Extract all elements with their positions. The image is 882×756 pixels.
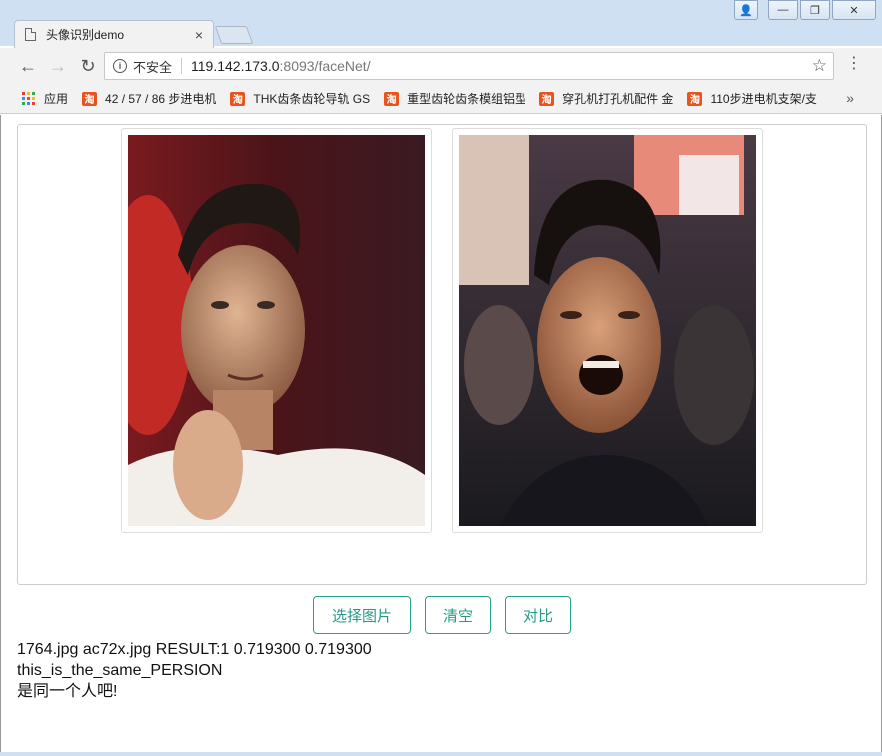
browser-toolbar: ← → ↻ i 不安全 119.142.173.0 :8093/faceNet/… <box>0 48 882 84</box>
omnibox-divider <box>181 58 183 74</box>
close-window-button[interactable]: ✕ <box>832 0 876 20</box>
bookmark-item[interactable]: 淘 110步进电机支架/支 <box>687 90 817 107</box>
bookmark-apps[interactable]: 应用 <box>22 90 68 107</box>
portrait-photo-right <box>459 135 756 526</box>
taobao-icon: 淘 <box>82 91 98 106</box>
window-bottom-border <box>0 752 882 756</box>
taobao-icon: 淘 <box>384 91 400 106</box>
user-icon[interactable]: 👤 <box>734 0 758 20</box>
choose-image-button[interactable]: 选择图片 <box>313 596 411 634</box>
security-label[interactable]: 不安全 <box>133 57 172 76</box>
action-buttons: 选择图片 清空 对比 <box>1 596 882 634</box>
bookmarks-bar: 应用 淘 42 / 57 / 86 步进电机 淘 THK齿条齿轮导轨 GS 淘 … <box>0 84 882 114</box>
bookmark-label: 穿孔机打孔机配件 金 <box>562 92 674 106</box>
bookmark-item[interactable]: 淘 42 / 57 / 86 步进电机 <box>82 90 216 107</box>
taobao-icon: 淘 <box>539 91 555 106</box>
url-path[interactable]: :8093/faceNet/ <box>280 58 371 74</box>
result-output: 1764.jpg ac72x.jpg RESULT:1 0.719300 0.7… <box>17 639 372 702</box>
bookmark-label: 应用 <box>44 92 69 106</box>
bookmark-item[interactable]: 淘 穿孔机打孔机配件 金 <box>539 90 673 107</box>
portrait-photo-left <box>103 135 425 526</box>
bookmark-label: 42 / 57 / 86 步进电机 <box>105 92 217 106</box>
window-titlebar: 👤 — ❐ ✕ 头像识别demo × <box>0 0 882 48</box>
tab-title: 头像识别demo <box>46 28 125 42</box>
taobao-icon: 淘 <box>687 91 703 106</box>
reload-icon[interactable]: ↻ <box>74 52 102 80</box>
forward-icon[interactable]: → <box>44 52 72 80</box>
bookmark-label: 重型齿轮齿条模组铝型 <box>407 92 526 106</box>
bookmarks-overflow-icon[interactable]: » <box>846 90 854 106</box>
document-icon <box>25 28 36 41</box>
compare-button[interactable]: 对比 <box>505 596 571 634</box>
image-panel <box>17 124 867 585</box>
browser-tab[interactable]: 头像识别demo × <box>14 20 214 48</box>
info-icon[interactable]: i <box>113 59 127 73</box>
image-thumbnail-right[interactable] <box>452 128 763 533</box>
window-controls: 👤 — ❐ ✕ <box>732 0 876 20</box>
address-bar[interactable]: i 不安全 119.142.173.0 :8093/faceNet/ ☆ <box>104 52 834 80</box>
bookmark-star-icon[interactable]: ☆ <box>812 56 827 76</box>
minimize-button[interactable]: — <box>768 0 798 20</box>
bookmark-label: THK齿条齿轮导轨 GS <box>253 92 371 106</box>
restore-button[interactable]: ❐ <box>800 0 830 20</box>
result-line-verdict: this_is_the_same_PERSION <box>17 662 223 679</box>
image-thumbnail-left[interactable] <box>103 128 432 533</box>
bookmark-label: 110步进电机支架/支 <box>710 92 817 106</box>
bookmark-item[interactable]: 淘 重型齿轮齿条模组铝型 <box>384 90 525 107</box>
new-tab-button[interactable] <box>214 26 254 44</box>
clear-button[interactable]: 清空 <box>425 596 491 634</box>
result-line-scores: 1764.jpg ac72x.jpg RESULT:1 0.719300 0.7… <box>17 641 372 658</box>
url-host[interactable]: 119.142.173.0 <box>191 58 280 74</box>
apps-icon <box>22 92 35 105</box>
browser-menu-icon[interactable]: ⋮ <box>846 56 862 72</box>
page-content: 选择图片 清空 对比 1764.jpg ac72x.jpg RESULT:1 0… <box>0 115 882 756</box>
result-line-chinese: 是同一个人吧! <box>17 683 118 700</box>
taobao-icon: 淘 <box>230 91 246 106</box>
bookmark-item[interactable]: 淘 THK齿条齿轮导轨 GS <box>230 90 370 107</box>
tab-close-icon[interactable]: × <box>195 27 203 43</box>
back-icon[interactable]: ← <box>14 52 42 80</box>
